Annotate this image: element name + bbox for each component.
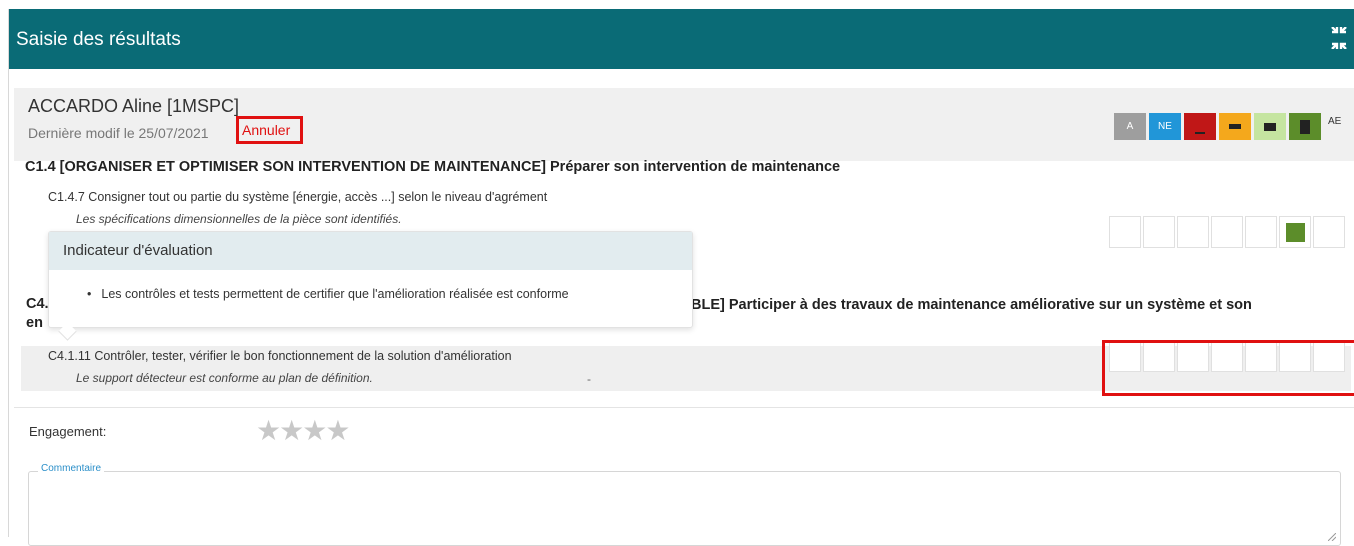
criterion-c147-indicator: Les spécifications dimensionnelles de la…	[76, 212, 402, 226]
stray-mark: -	[587, 372, 591, 386]
star-icon[interactable]: ★	[302, 415, 327, 446]
grade-option-box[interactable]	[1279, 216, 1311, 248]
collapse-arrows-icon[interactable]	[1329, 27, 1349, 49]
panel-title: Saisie des résultats	[16, 29, 181, 50]
legend-swatch-level-1[interactable]	[1184, 113, 1216, 140]
block-mark-icon	[1264, 122, 1276, 131]
student-header: ACCARDO Aline [1MSPC] Dernière modif le …	[14, 88, 1354, 161]
grade-option-box[interactable]	[1177, 216, 1209, 248]
engagement-label: Engagement:	[29, 424, 107, 439]
selected-grade-mark	[1285, 222, 1305, 242]
criterion-c4111-label[interactable]: C4.1.11 Contrôler, tester, vérifier le b…	[48, 349, 512, 363]
grade-selector-c147	[1109, 216, 1345, 248]
section-divider	[14, 407, 1354, 408]
last-modified-date: Dernière modif le 25/07/2021	[28, 125, 209, 141]
evaluation-indicator-popover: Indicateur d'évaluation • Les contrôles e…	[48, 231, 693, 341]
competence-c4-title: BLE] Participer à des travaux de mainten…	[691, 297, 1252, 313]
underline-mark-icon	[1195, 132, 1205, 134]
popover-item: • Les contrôles et tests permettent de ce…	[87, 287, 569, 301]
legend-swatch-label: NE	[1158, 121, 1172, 132]
legend-swatch-level-2[interactable]	[1219, 113, 1251, 140]
engagement-stars: ★★★★	[256, 414, 350, 447]
competence-c4-prefix: C4.	[26, 296, 49, 312]
student-name: ACCARDO Aline [1MSPC]	[28, 96, 240, 116]
popover-item-text: Les contrôles et tests permettent de cer…	[101, 287, 569, 301]
popover-arrow	[58, 322, 77, 341]
star-icon[interactable]: ★	[325, 415, 350, 446]
resize-grip-icon[interactable]	[1328, 533, 1336, 541]
popover-title: Indicateur d'évaluation	[49, 232, 692, 270]
grade-option-box[interactable]	[1109, 216, 1141, 248]
legend-swatch-label: A	[1126, 121, 1134, 132]
dash-mark-icon	[1229, 124, 1241, 129]
star-icon[interactable]: ★	[279, 415, 304, 446]
grade-legend: A NE AE	[1114, 113, 1341, 140]
tall-block-mark-icon	[1300, 119, 1310, 134]
legend-swatch-level-3[interactable]	[1254, 113, 1286, 140]
grade-option-box[interactable]	[1245, 216, 1277, 248]
criterion-c4111-indicator: Le support détecteur est conforme au pla…	[76, 371, 373, 385]
criterion-c147-label[interactable]: C1.4.7 Consigner tout ou partie du systè…	[48, 190, 547, 204]
bullet-icon: •	[87, 287, 92, 301]
grade-option-box[interactable]	[1211, 216, 1243, 248]
star-icon[interactable]: ★	[256, 415, 281, 446]
legend-swatch-not-evaluated[interactable]: NE	[1149, 113, 1181, 140]
competence-c14-title: C1.4 [ORGANISER ET OPTIMISER SON INTERVE…	[25, 159, 841, 175]
legend-swatch-level-4[interactable]	[1289, 113, 1321, 140]
legend-swatch-absent[interactable]: A	[1114, 113, 1146, 140]
highlight-outline	[1102, 340, 1354, 396]
cancel-link[interactable]: Annuler	[236, 116, 303, 144]
legend-ae-label: AE	[1328, 116, 1342, 127]
comment-label: Commentaire	[38, 463, 105, 474]
competence-c4-prefix-line2: en	[26, 315, 43, 331]
grade-option-box[interactable]	[1143, 216, 1175, 248]
results-panel: Saisie des résultats ACCARDO Aline [1MSP…	[8, 9, 1354, 546]
grade-option-box[interactable]	[1313, 216, 1345, 248]
panel-header: Saisie des résultats	[9, 9, 1354, 69]
comment-textarea[interactable]	[28, 471, 1341, 546]
